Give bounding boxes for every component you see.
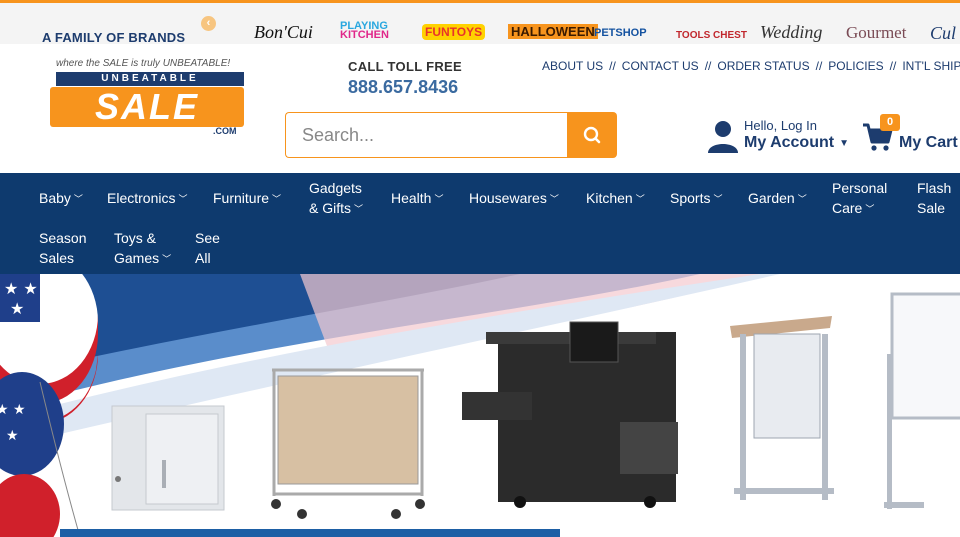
brand-logo[interactable]: HALLOWEEN — [508, 24, 598, 39]
link-contact-us[interactable]: CONTACT US — [622, 59, 699, 73]
cart-count-badge: 0 — [880, 114, 900, 131]
user-icon — [708, 121, 738, 153]
toll-free-block: CALL TOLL FREE 888.657.8436 — [348, 59, 462, 98]
nav-item-toys-games[interactable]: Toys & Games ﹀ — [114, 228, 171, 269]
nav-label-line2: Sales — [39, 250, 75, 266]
nav-item-housewares[interactable]: Housewares ﹀ — [469, 188, 559, 209]
chevron-down-icon: ﹀ — [434, 194, 444, 204]
account-greeting: Hello, Log In — [744, 118, 817, 133]
nav-label: Flash — [917, 180, 952, 196]
brand-strip: A FAMILY OF BRANDS ‹ Bon'Cui PLAYING KITC… — [0, 0, 960, 44]
brand-logo-line: KITCHEN — [340, 29, 389, 41]
chevron-down-icon: ﹀ — [635, 194, 645, 204]
family-of-brands-label: A FAMILY OF BRANDS — [42, 30, 186, 44]
link-separator: // — [815, 59, 823, 73]
nav-label: Health — [391, 190, 432, 206]
svg-text:★: ★ — [10, 299, 24, 318]
nav-label: Kitchen — [586, 190, 633, 206]
nav-item-gadgets-gifts[interactable]: Gadgets & Gifts ﹀ — [309, 178, 363, 219]
chevron-down-icon: ﹀ — [797, 194, 807, 204]
brand-logo[interactable]: FUNTOYS — [422, 24, 486, 40]
nav-label-line2: Sale — [917, 200, 946, 216]
nav-item-sports[interactable]: Sports ﹀ — [670, 188, 722, 209]
nav-item-health[interactable]: Health ﹀ — [391, 188, 443, 209]
link-intl-shipping[interactable]: INT'L SHIPPI — [902, 59, 960, 73]
nav-item-kitchen[interactable]: Kitchen ﹀ — [586, 188, 645, 209]
carousel-prev-icon[interactable]: ‹ — [201, 16, 216, 31]
chevron-down-icon: ﹀ — [162, 254, 172, 264]
svg-text:★ ★: ★ ★ — [4, 279, 38, 298]
nav-label: Garden — [748, 190, 795, 206]
svg-text:★: ★ — [6, 428, 19, 444]
nav-label-line2: Games — [114, 250, 160, 266]
brand-logo[interactable]: Wedding — [760, 22, 822, 43]
site-logo[interactable]: where the SALE is truly UNBEATABLE! UNBE… — [50, 58, 246, 138]
logo-tagline: where the SALE is truly UNBEATABLE! — [56, 58, 231, 69]
nav-label: Sports — [670, 190, 711, 206]
brand-logo[interactable]: TOOLS CHEST — [676, 30, 747, 41]
nav-item-flash-sale[interactable]: Flash Sale — [917, 178, 951, 218]
link-order-status[interactable]: ORDER STATUS — [717, 59, 809, 73]
nav-label: Housewares — [469, 190, 547, 206]
nav-label: Gadgets — [309, 180, 362, 196]
nav-item-electronics[interactable]: Electronics ﹀ — [107, 188, 187, 209]
link-separator: // — [889, 59, 897, 73]
nav-item-baby[interactable]: Baby ﹀ — [39, 188, 83, 209]
top-links: ABOUT US // CONTACT US // ORDER STATUS // POLI… — [542, 59, 960, 73]
toll-free-label: CALL TOLL FREE — [348, 59, 462, 74]
chevron-down-icon: ﹀ — [272, 194, 282, 204]
brand-logo[interactable]: Gourmet — [846, 23, 906, 43]
svg-text:★ ★: ★ ★ — [0, 402, 26, 418]
chevron-down-icon: ﹀ — [865, 204, 875, 214]
chevron-down-icon: ﹀ — [713, 194, 723, 204]
nav-label: Furniture — [213, 190, 270, 206]
link-separator: // — [704, 59, 712, 73]
nav-item-personal-care[interactable]: Personal Care ﹀ — [832, 178, 887, 219]
hero-bottom-bar — [60, 529, 560, 537]
brand-logo[interactable]: PETSHOP — [594, 27, 647, 39]
logo-sale: SALE — [50, 87, 244, 127]
phone-number[interactable]: 888.657.8436 — [348, 77, 462, 98]
account-label: My Account ▼ — [744, 134, 849, 152]
nav-label: See — [195, 230, 220, 246]
brand-logo[interactable]: Bon'Cui — [254, 22, 313, 43]
chevron-down-icon: ﹀ — [354, 204, 364, 214]
chevron-down-icon: ﹀ — [549, 194, 559, 204]
nav-item-season-sales[interactable]: Season Sales — [39, 228, 86, 268]
hero-banner[interactable]: ★ ★ ★ ★ ★ ★ — [0, 274, 960, 537]
main-nav: Baby ﹀ Electronics ﹀ Furniture ﹀ Gadgets & G… — [0, 173, 960, 274]
search-icon — [583, 126, 601, 144]
search-button[interactable] — [567, 112, 617, 158]
nav-item-furniture[interactable]: Furniture ﹀ — [213, 188, 281, 209]
nav-label-line2: All — [195, 250, 211, 266]
nav-label: Personal — [832, 180, 888, 196]
logo-com: .COM — [213, 126, 237, 136]
chevron-down-icon: ﹀ — [178, 194, 188, 204]
account-label-text: My Account — [744, 134, 835, 151]
nav-label: Toys & — [114, 230, 157, 246]
cart-label: My Cart — [899, 134, 958, 151]
chevron-down-icon: ﹀ — [73, 194, 83, 204]
link-separator: // — [609, 59, 616, 73]
brand-logo[interactable]: Cul — [930, 23, 956, 44]
brand-logo[interactable]: PLAYING KITCHEN — [340, 21, 389, 41]
logo-unbeatable: UNBEATABLE — [56, 72, 244, 86]
search-input[interactable]: Search... — [285, 112, 568, 158]
nav-item-garden[interactable]: Garden ﹀ — [748, 188, 807, 209]
chevron-down-icon: ▼ — [839, 138, 849, 149]
nav-label-line2: Care — [832, 200, 863, 216]
site-header: where the SALE is truly UNBEATABLE! UNBE… — [0, 44, 960, 173]
nav-label-line2: & Gifts — [309, 200, 352, 216]
nav-label: Baby — [39, 190, 71, 206]
nav-item-see-all[interactable]: See All — [195, 228, 220, 268]
link-about-us[interactable]: ABOUT US — [542, 59, 603, 73]
link-policies[interactable]: POLICIES — [828, 59, 883, 73]
nav-label: Electronics — [107, 190, 176, 206]
hero-graphic: ★ ★ ★ ★ ★ ★ — [0, 274, 960, 537]
nav-label: Season — [39, 230, 87, 246]
